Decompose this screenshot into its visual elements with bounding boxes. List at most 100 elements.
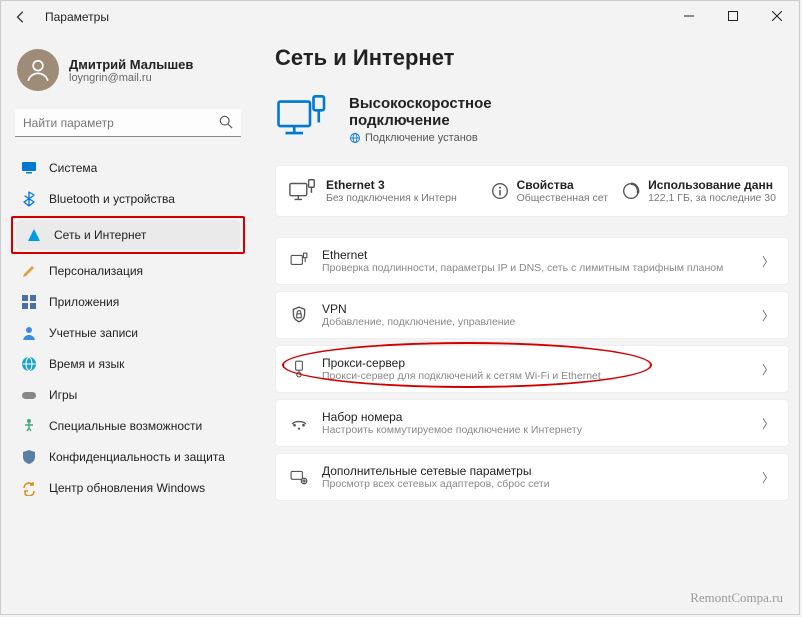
properties-link[interactable]: Свойства Общественная сет bbox=[491, 178, 609, 204]
sidebar-item-apps[interactable]: Приложения bbox=[11, 287, 245, 317]
wifi-icon bbox=[26, 227, 42, 243]
card-sub: Проверка подлинности, параметры IP и DNS… bbox=[322, 262, 748, 274]
chevron-right-icon: 〉 bbox=[762, 415, 774, 432]
card-sub: Добавление, подключение, управление bbox=[322, 316, 748, 328]
card-sub: Прокси-сервер для подключений к сетям Wi… bbox=[322, 370, 748, 382]
pc-small-icon bbox=[288, 176, 318, 206]
props-title: Свойства bbox=[517, 178, 609, 192]
close-icon bbox=[772, 11, 782, 21]
watermark: RemontCompa.ru bbox=[690, 590, 783, 606]
settings-cards: Ethernet Проверка подлинности, параметры… bbox=[275, 237, 789, 501]
chevron-right-icon: 〉 bbox=[762, 307, 774, 324]
sidebar-item-label: Персонализация bbox=[49, 264, 143, 278]
eth-sub: Без подключения к Интерн bbox=[326, 192, 457, 204]
search-input[interactable] bbox=[15, 109, 241, 137]
sidebar-item-time-lang[interactable]: Время и язык bbox=[11, 349, 245, 379]
person-icon bbox=[25, 57, 51, 83]
maximize-icon bbox=[728, 11, 738, 21]
card-proxy[interactable]: Прокси-сервер Прокси-сервер для подключе… bbox=[275, 345, 789, 393]
hero-line2: подключение bbox=[349, 112, 492, 129]
accessibility-icon bbox=[21, 418, 37, 434]
user-name: Дмитрий Малышев bbox=[69, 57, 193, 72]
data-usage-icon bbox=[622, 182, 640, 200]
maximize-button[interactable] bbox=[711, 1, 755, 31]
sidebar-item-label: Конфиденциальность и защита bbox=[49, 450, 225, 464]
card-title: Ethernet bbox=[322, 248, 748, 262]
brush-icon bbox=[21, 263, 37, 279]
usage-title: Использование данн bbox=[648, 178, 776, 192]
gamepad-icon bbox=[21, 387, 37, 403]
card-advanced-network[interactable]: Дополнительные сетевые параметры Просмот… bbox=[275, 453, 789, 501]
back-button[interactable] bbox=[9, 5, 33, 29]
system-icon bbox=[21, 160, 37, 176]
eth-title: Ethernet 3 bbox=[326, 178, 457, 192]
pc-connection-icon bbox=[275, 91, 331, 147]
info-icon bbox=[491, 182, 509, 200]
search-icon bbox=[219, 115, 233, 134]
sidebar-item-label: Учетные записи bbox=[49, 326, 138, 340]
bluetooth-icon bbox=[21, 191, 37, 207]
titlebar: Параметры bbox=[1, 1, 799, 33]
hero-status: Подключение установ bbox=[365, 132, 478, 144]
vpn-shield-icon bbox=[290, 306, 308, 324]
page-title: Сеть и Интернет bbox=[275, 45, 789, 71]
data-usage-link[interactable]: Использование данн 122,1 ГБ, за последни… bbox=[622, 178, 776, 204]
window-controls bbox=[667, 1, 799, 31]
update-icon bbox=[21, 480, 37, 496]
sidebar-item-network[interactable]: Сеть и Интернет bbox=[16, 220, 240, 250]
card-sub: Настроить коммутируемое подключение к Ин… bbox=[322, 424, 748, 436]
highlight-network: Сеть и Интернет bbox=[11, 216, 245, 254]
user-email: loyngrin@mail.ru bbox=[69, 72, 193, 84]
card-title: VPN bbox=[322, 302, 748, 316]
sidebar-item-gaming[interactable]: Игры bbox=[11, 380, 245, 410]
sidebar-item-label: Центр обновления Windows bbox=[49, 481, 205, 495]
sidebar-item-system[interactable]: Система bbox=[11, 153, 245, 183]
minimize-button[interactable] bbox=[667, 1, 711, 31]
card-dialup[interactable]: Набор номера Настроить коммутируемое под… bbox=[275, 399, 789, 447]
user-block[interactable]: Дмитрий Малышев loyngrin@mail.ru bbox=[9, 41, 247, 105]
dial-icon bbox=[290, 414, 308, 432]
sidebar-item-label: Время и язык bbox=[49, 357, 124, 371]
sidebar-item-label: Специальные возможности bbox=[49, 419, 202, 433]
sidebar-item-label: Система bbox=[49, 161, 97, 175]
sidebar: Дмитрий Малышев loyngrin@mail.ru Система… bbox=[1, 33, 251, 614]
arrow-left-icon bbox=[14, 10, 28, 24]
search-box bbox=[15, 109, 241, 137]
window-title: Параметры bbox=[45, 10, 109, 24]
card-title: Дополнительные сетевые параметры bbox=[322, 464, 748, 478]
status-row: Ethernet 3 Без подключения к Интерн Свой… bbox=[275, 165, 789, 217]
sidebar-item-label: Приложения bbox=[49, 295, 119, 309]
sidebar-item-privacy[interactable]: Конфиденциальность и защита bbox=[11, 442, 245, 472]
sidebar-item-label: Сеть и Интернет bbox=[54, 228, 146, 242]
card-vpn[interactable]: VPN Добавление, подключение, управление … bbox=[275, 291, 789, 339]
connection-hero: Высокоскоростное подключение Подключение… bbox=[275, 85, 789, 157]
accounts-icon bbox=[21, 325, 37, 341]
sidebar-item-personalization[interactable]: Персонализация bbox=[11, 256, 245, 286]
settings-window: Параметры Дмитрий Малышев loyngrin@mail.… bbox=[0, 0, 800, 615]
main-panel: Сеть и Интернет Высокоскоростное подключ… bbox=[251, 33, 799, 614]
usage-sub: 122,1 ГБ, за последние 30 bbox=[648, 192, 776, 204]
advanced-network-icon bbox=[290, 468, 308, 486]
proxy-icon bbox=[290, 360, 308, 378]
sidebar-item-label: Bluetooth и устройства bbox=[49, 192, 175, 206]
card-ethernet[interactable]: Ethernet Проверка подлинности, параметры… bbox=[275, 237, 789, 285]
sidebar-item-label: Игры bbox=[49, 388, 77, 402]
chevron-right-icon: 〉 bbox=[762, 361, 774, 378]
ethernet-icon bbox=[290, 252, 308, 270]
hero-line1: Высокоскоростное bbox=[349, 95, 492, 112]
sidebar-item-update[interactable]: Центр обновления Windows bbox=[11, 473, 245, 503]
minimize-icon bbox=[684, 11, 694, 21]
card-sub: Просмотр всех сетевых адаптеров, сброс с… bbox=[322, 478, 748, 490]
chevron-right-icon: 〉 bbox=[762, 469, 774, 486]
avatar bbox=[17, 49, 59, 91]
props-sub: Общественная сет bbox=[517, 192, 609, 204]
sidebar-item-accounts[interactable]: Учетные записи bbox=[11, 318, 245, 348]
shield-icon bbox=[21, 449, 37, 465]
card-title: Набор номера bbox=[322, 410, 748, 424]
close-button[interactable] bbox=[755, 1, 799, 31]
apps-icon bbox=[21, 294, 37, 310]
sidebar-item-accessibility[interactable]: Специальные возможности bbox=[11, 411, 245, 441]
card-title: Прокси-сервер bbox=[322, 356, 748, 370]
sidebar-item-bluetooth[interactable]: Bluetooth и устройства bbox=[11, 184, 245, 214]
globe-icon bbox=[21, 356, 37, 372]
